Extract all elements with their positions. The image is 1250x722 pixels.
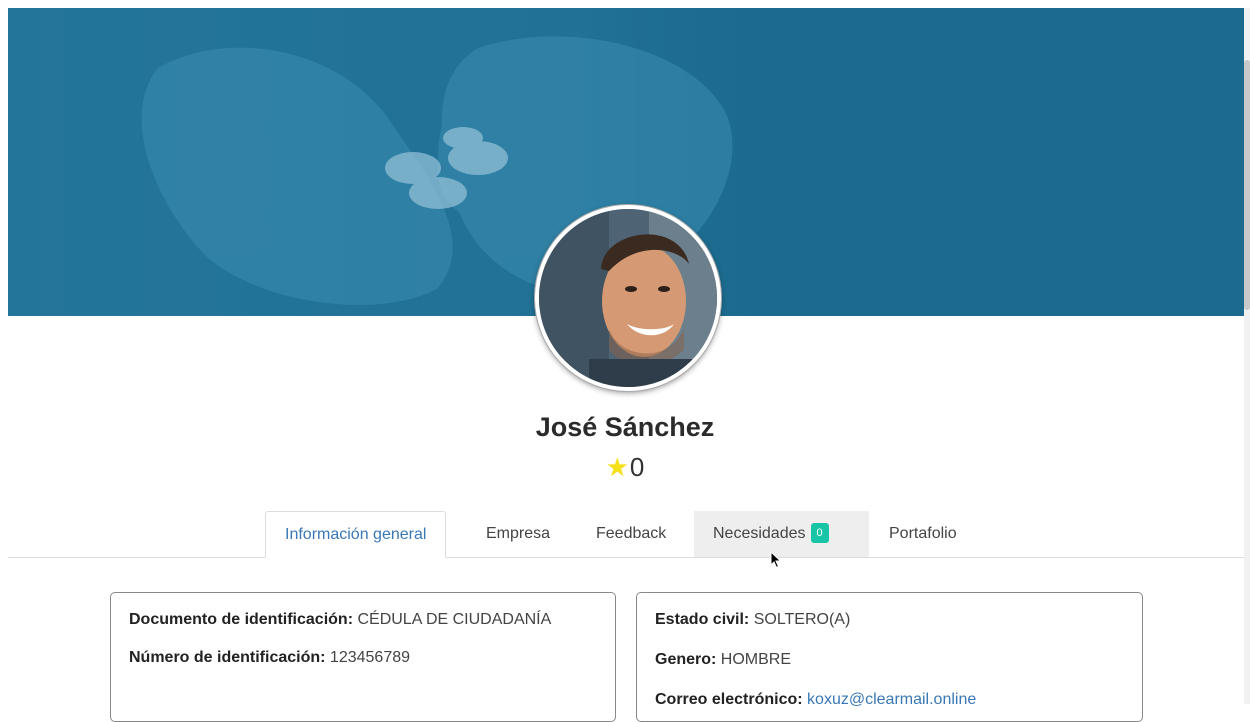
necesidades-count-badge: 0 — [810, 523, 829, 543]
document-type-field: Documento de identificación: CÉDULA DE C… — [129, 610, 597, 630]
profile-avatar — [535, 205, 721, 391]
civil-status-label: Estado civil: — [655, 611, 750, 628]
profile-name: José Sánchez — [535, 412, 715, 442]
tab-label: Necesidades — [713, 525, 806, 542]
gender-label: Genero: — [655, 651, 717, 668]
star-icon: ★ — [605, 452, 629, 482]
tab-informacion-general[interactable]: Información general — [265, 511, 447, 558]
tab-portafolio[interactable]: Portafolio — [870, 511, 976, 557]
rating: ★0 — [0, 452, 1250, 483]
tab-label: Feedback — [596, 525, 667, 542]
tab-feedback[interactable]: Feedback — [577, 511, 685, 557]
page-scrollbar-thumb[interactable] — [1244, 60, 1250, 310]
identification-card: Documento de identificación: CÉDULA DE C… — [110, 592, 616, 722]
id-number-value: 123456789 — [329, 649, 411, 666]
tab-label: Información general — [285, 526, 427, 543]
id-number-field: Número de identificación: 123456789 — [129, 648, 597, 668]
tab-label: Empresa — [486, 525, 551, 542]
personal-info-card: Estado civil: SOLTERO(A) Genero: HOMBRE … — [636, 592, 1143, 722]
email-field: Correo electrónico: koxuz@clearmail.onli… — [655, 690, 1124, 710]
tab-empresa[interactable]: Empresa — [467, 511, 569, 557]
email-label: Correo electrónico: — [655, 691, 803, 708]
civil-status-field: Estado civil: SOLTERO(A) — [655, 610, 1124, 630]
tab-label: Portafolio — [889, 525, 957, 542]
gender-value: HOMBRE — [720, 651, 792, 668]
email-link[interactable]: koxuz@clearmail.online — [807, 691, 976, 708]
id-number-label: Número de identificación: — [129, 649, 326, 666]
gender-field: Genero: HOMBRE — [655, 650, 1124, 670]
tabs-divider — [8, 557, 1244, 558]
mouse-cursor-icon — [770, 551, 782, 569]
top-strip — [0, 0, 1250, 8]
document-type-label: Documento de identificación: — [129, 611, 354, 628]
rating-value: 0 — [629, 452, 645, 482]
civil-status-value: SOLTERO(A) — [753, 611, 851, 628]
document-type-value: CÉDULA DE CIUDADANÍA — [357, 611, 552, 628]
